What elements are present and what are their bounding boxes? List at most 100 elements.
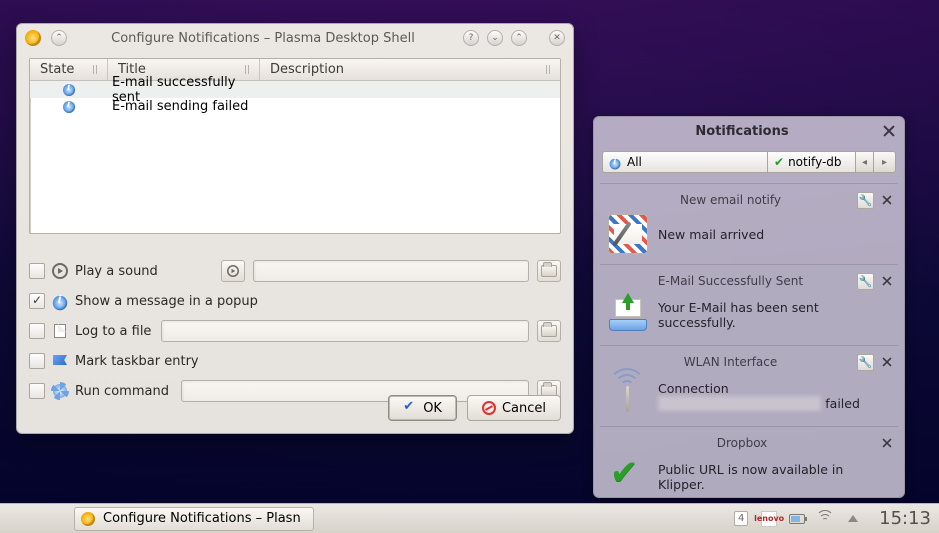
check-icon: ✔ [774,155,784,169]
table-row[interactable]: E-mail sending failed [30,98,560,115]
info-icon [610,159,621,170]
taskbar-label: Mark taskbar entry [75,354,215,369]
notification-title: Dropbox [604,436,880,450]
battery-indicator[interactable] [789,511,805,527]
mail-compose-icon [608,214,648,254]
filter-all-label: All [627,155,642,169]
sound-path-input[interactable] [253,260,529,282]
taskbar: Configure Notifications – Plasn 4 lenovo… [0,503,939,533]
notification-title: New email notify [604,193,857,207]
log-label: Log to a file [75,324,155,339]
mail-sent-icon [608,295,648,335]
battery-icon [789,514,805,524]
notification-item: WLAN Interface 🔧 Connection xxxxxxxx xxx… [600,345,898,426]
column-description[interactable]: Description [260,59,560,80]
configure-notification-button[interactable]: 🔧 [857,273,874,290]
app-icon [81,512,95,526]
folder-icon [541,325,557,337]
info-icon [51,295,69,307]
play-sound-label: Play a sound [75,264,215,279]
filter-all-combo[interactable]: All [602,151,768,173]
filter-next-button[interactable]: ▸ [874,151,896,173]
filter-prev-button[interactable]: ◂ [856,151,874,173]
document-icon [51,324,69,338]
success-icon: ✔ [608,457,648,497]
notification-title: E-Mail Successfully Sent [604,274,857,288]
play-preview-button[interactable] [221,260,245,282]
table-row[interactable]: E-mail successfully sent [30,81,560,98]
redacted-text: xxxxxxxx xxxxxxxx xxxxx [658,396,821,411]
app-icon [25,30,41,46]
notification-body: Public URL is now available in Klipper. [658,462,890,492]
popup-checkbox[interactable] [29,293,45,309]
row-title: E-mail sending failed [108,99,260,114]
info-icon [63,101,75,113]
log-checkbox[interactable] [29,323,45,339]
column-state-label: State [40,62,74,77]
vendor-indicator[interactable]: lenovo [761,511,777,527]
cancel-icon [482,401,496,415]
tray-expand-button[interactable] [845,511,861,527]
body-suffix: failed [821,396,860,411]
configure-notification-button[interactable]: 🔧 [857,354,874,371]
dismiss-notification-button[interactable] [881,437,892,448]
filter-source-combo[interactable]: ✔ notify-db [768,151,856,173]
titlebar-help-button[interactable]: ? [463,30,479,46]
titlebar-minimize-button[interactable]: ⌄ [487,30,503,46]
notification-body: Your E-Mail has been sent successfully. [658,300,890,330]
system-tray: 4 lenovo 15:13 [733,508,931,529]
panel-filter-bar: All ✔ notify-db ◂ ▸ [602,149,896,175]
cancel-label: Cancel [502,401,546,416]
titlebar-menu-button[interactable]: ⌃ [51,30,67,46]
browse-log-button[interactable] [537,320,561,342]
keyboard-layout-indicator[interactable]: 4 [733,511,749,527]
action-log: Log to a file [29,316,561,346]
action-popup: Show a message in a popup [29,286,561,316]
column-description-label: Description [270,62,344,77]
cancel-button[interactable]: Cancel [467,395,561,421]
dismiss-notification-button[interactable] [881,275,892,286]
notifications-panel: Notifications All ✔ notify-db ◂ ▸ New em… [593,116,905,498]
info-icon [63,84,75,96]
log-path-input[interactable] [161,320,529,342]
titlebar-close-button[interactable]: ✕ [549,30,565,46]
taskbar-entry[interactable]: Configure Notifications – Plasn [74,507,314,531]
column-state[interactable]: State [30,59,108,80]
notification-item: E-Mail Successfully Sent 🔧 Your E-Mail h… [600,264,898,345]
body-prefix: Connection [658,381,729,396]
wifi-icon [817,512,833,526]
notifications-table: State Title Description E-mail successfu… [29,58,561,234]
notification-item: Dropbox ✔ Public URL is now available in… [600,426,898,498]
ok-label: OK [423,401,442,416]
chevron-up-icon [848,515,858,522]
ok-button[interactable]: OK [388,395,457,421]
titlebar-maximize-button[interactable]: ⌃ [511,30,527,46]
wifi-icon [608,376,648,416]
notification-body: Connection xxxxxxxx xxxxxxxx xxxxx faile… [658,381,890,411]
gear-icon [51,384,69,398]
configure-notification-button[interactable]: 🔧 [857,192,874,209]
configure-notifications-window: ⌃ Configure Notifications – Plasma Deskt… [16,23,574,434]
play-sound-checkbox[interactable] [29,263,45,279]
network-indicator[interactable] [817,511,833,527]
dismiss-notification-button[interactable] [881,356,892,367]
taskbar-entry-label: Configure Notifications – Plasn [103,511,301,526]
play-icon [51,263,69,279]
popup-label: Show a message in a popup [75,294,258,309]
window-title: Configure Notifications – Plasma Desktop… [67,31,459,46]
run-checkbox[interactable] [29,383,45,399]
panel-close-button[interactable] [882,124,896,138]
flag-icon [51,356,69,366]
clock[interactable]: 15:13 [879,508,931,529]
check-icon [403,401,417,415]
dismiss-notification-button[interactable] [881,194,892,205]
action-play-sound: Play a sound [29,256,561,286]
taskbar-checkbox[interactable] [29,353,45,369]
keyboard-layout-label: 4 [734,511,748,526]
window-titlebar[interactable]: ⌃ Configure Notifications – Plasma Deskt… [17,24,573,52]
panel-titlebar: Notifications [594,117,904,145]
browse-sound-button[interactable] [537,260,561,282]
notification-item: New email notify 🔧 New mail arrived [600,183,898,264]
filter-source-label: notify-db [788,155,841,169]
action-taskbar: Mark taskbar entry [29,346,561,376]
